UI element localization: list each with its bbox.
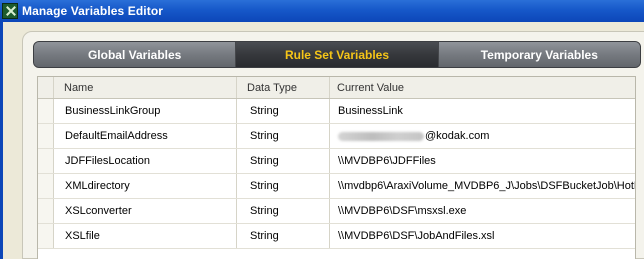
row-selector[interactable] bbox=[38, 174, 54, 198]
tab-global-variables[interactable]: Global Variables bbox=[34, 42, 237, 67]
variable-value: \\MVDBP6\JDFFiles bbox=[338, 155, 436, 167]
row-selector[interactable] bbox=[38, 124, 54, 148]
variable-name: BusinessLinkGroup bbox=[54, 99, 237, 123]
table-row[interactable]: XSLconverter String \\MVDBP6\DSF\msxsl.e… bbox=[38, 199, 635, 224]
window-title: Manage Variables Editor bbox=[22, 4, 164, 18]
table-row[interactable]: BusinessLinkGroup String BusinessLink bbox=[38, 99, 635, 124]
table-row[interactable]: XMLdirectory String \\mvdbp6\AraxiVolume… bbox=[38, 174, 635, 199]
variable-name: DefaultEmailAddress bbox=[54, 124, 237, 148]
row-selector[interactable] bbox=[38, 149, 54, 173]
table-row[interactable]: XSLfile String \\MVDBP6\DSF\JobAndFiles.… bbox=[38, 224, 635, 249]
table-row[interactable]: DefaultEmailAddress String @kodak.com bbox=[38, 124, 635, 149]
title-bar[interactable]: Manage Variables Editor bbox=[0, 0, 644, 22]
row-selector[interactable] bbox=[38, 99, 54, 123]
variable-name: XMLdirectory bbox=[54, 174, 237, 198]
redacted-text bbox=[338, 131, 424, 141]
variable-value-cell: @kodak.com bbox=[330, 124, 635, 148]
variable-type: String bbox=[237, 124, 330, 148]
column-header-name[interactable]: Name bbox=[54, 77, 237, 98]
tab-temporary-variables[interactable]: Temporary Variables bbox=[438, 42, 640, 67]
variable-name: XSLfile bbox=[54, 224, 237, 248]
variable-type: String bbox=[237, 149, 330, 173]
variable-value: \\MVDBP6\DSF\msxsl.exe bbox=[338, 205, 467, 217]
variable-value: \\MVDBP6\DSF\JobAndFiles.xsl bbox=[338, 230, 495, 242]
column-header-current-value[interactable]: Current Value bbox=[330, 77, 635, 98]
variable-type: String bbox=[237, 199, 330, 223]
variable-type: String bbox=[237, 99, 330, 123]
variable-type: String bbox=[237, 224, 330, 248]
variable-type: String bbox=[237, 174, 330, 198]
row-selector[interactable] bbox=[38, 199, 54, 223]
variable-tabs: Global Variables Rule Set Variables Temp… bbox=[33, 41, 641, 68]
variables-table: Name Data Type Current Value BusinessLin… bbox=[37, 76, 636, 259]
table-header: Name Data Type Current Value bbox=[38, 77, 635, 99]
variable-name: XSLconverter bbox=[54, 199, 237, 223]
variable-name: JDFFilesLocation bbox=[54, 149, 237, 173]
x-mark-app-icon bbox=[2, 3, 18, 19]
variable-value: \\mvdbp6\AraxiVolume_MVDBP6_J\Jobs\DSFBu… bbox=[338, 180, 635, 192]
column-header-data-type[interactable]: Data Type bbox=[237, 77, 330, 98]
tab-rule-set-variables[interactable]: Rule Set Variables bbox=[236, 42, 439, 67]
row-selector-header bbox=[38, 77, 54, 98]
variable-value: @kodak.com bbox=[425, 130, 490, 142]
table-row[interactable]: JDFFilesLocation String \\MVDBP6\JDFFile… bbox=[38, 149, 635, 174]
row-selector[interactable] bbox=[38, 224, 54, 248]
variable-value: BusinessLink bbox=[338, 105, 403, 117]
